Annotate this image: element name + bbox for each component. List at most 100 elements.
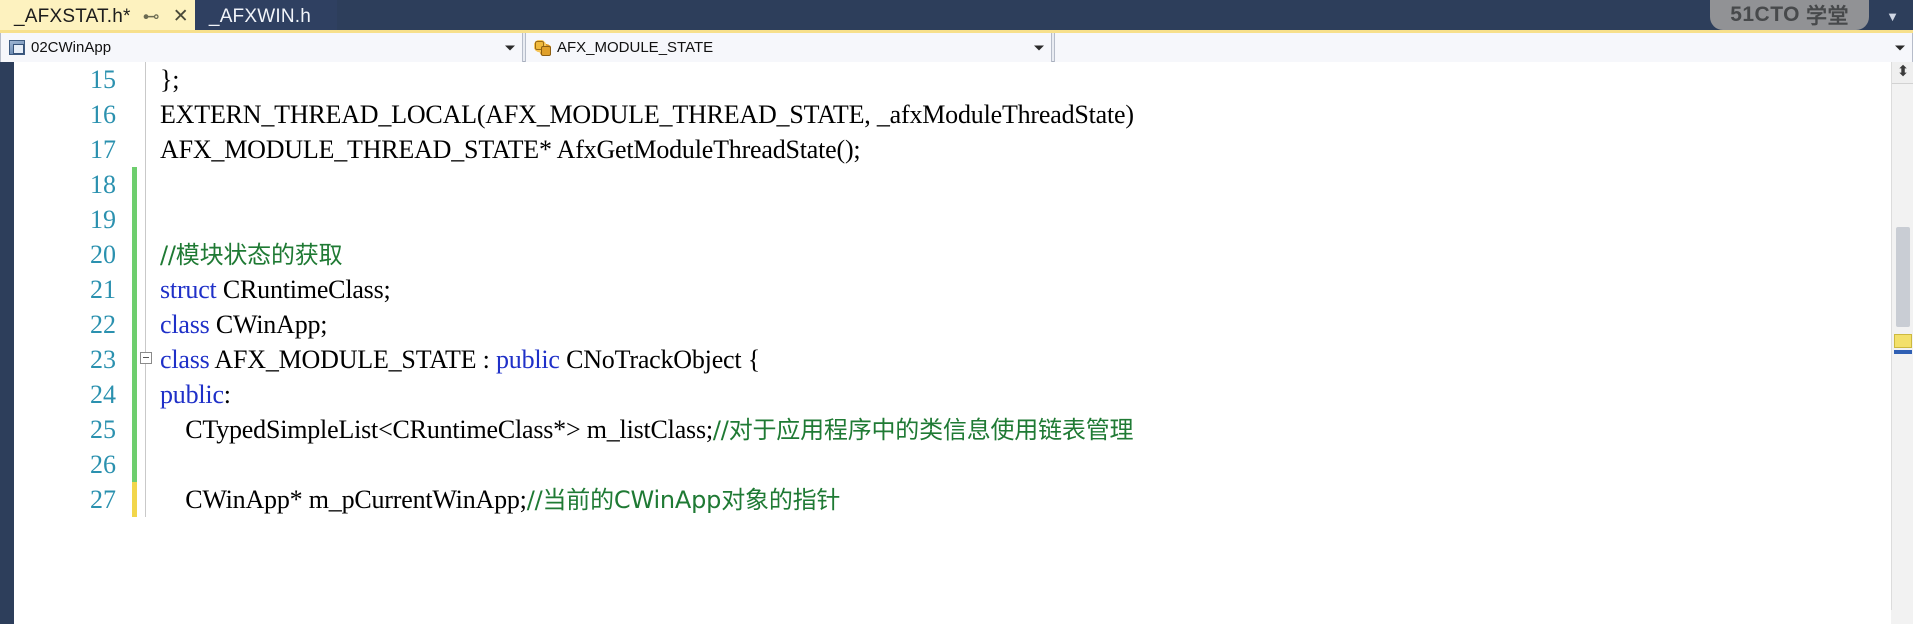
code-text[interactable]: CWinApp* m_pCurrentWinApp;//当前的CWinApp对象… (160, 482, 1913, 518)
change-bar-green (132, 237, 137, 272)
collapse-region-icon[interactable] (140, 352, 152, 364)
scrollbar-caret-marker (1894, 350, 1912, 354)
tab-afxwin-h[interactable]: _AFXWIN.h (194, 0, 338, 33)
line-number: 23 (90, 344, 116, 374)
line-number: 27 (90, 484, 116, 514)
fold-guide-line (145, 62, 146, 97)
line-number: 20 (90, 239, 116, 269)
line-markers (130, 167, 160, 202)
line-markers (130, 447, 160, 482)
scope-combo-value: 02CWinApp (31, 39, 112, 56)
code-line[interactable]: 24 public: (14, 377, 1913, 412)
line-markers (130, 342, 160, 377)
code-text[interactable]: public: (160, 377, 1913, 412)
line-markers (130, 307, 160, 342)
code-text[interactable]: EXTERN_THREAD_LOCAL(AFX_MODULE_THREAD_ST… (160, 97, 1913, 132)
code-token-comment: //当前的CWinApp对象的指针 (526, 485, 841, 514)
line-markers (130, 237, 160, 272)
code-line[interactable]: 27 CWinApp* m_pCurrentWinApp;//当前的CWinAp… (14, 482, 1913, 517)
change-bar-green (132, 202, 137, 237)
code-token-keyword: class (160, 310, 210, 339)
code-token-comment: //模块状态的获取 (160, 240, 343, 269)
member-combo[interactable] (1054, 33, 1913, 62)
code-token-keyword: public (160, 380, 224, 409)
split-view-icon[interactable]: ⬍ (1892, 62, 1913, 84)
line-number: 18 (90, 169, 116, 199)
change-bar-green (132, 272, 137, 307)
line-markers (130, 482, 160, 517)
change-bar-yellow (132, 482, 137, 517)
line-markers (130, 377, 160, 412)
code-line[interactable]: 19 (14, 202, 1913, 237)
code-token-plain: : (223, 380, 231, 409)
scope-combo[interactable]: 02CWinApp (0, 33, 523, 62)
vertical-scrollbar[interactable]: ⬍ (1891, 62, 1913, 624)
code-token-plain: CRuntimeClass; (216, 275, 391, 304)
code-token-comment: //对于应用程序中的类信息使用链表管理 (712, 415, 1134, 444)
line-number: 24 (90, 379, 116, 409)
code-text[interactable]: class AFX_MODULE_STATE : public CNoTrack… (160, 342, 1913, 377)
line-number: 16 (90, 99, 116, 129)
visual-studio-window: _AFXSTAT.h* ⊷ ✕ _AFXWIN.h 51CTO 学堂 ▼ 02C… (0, 0, 1913, 624)
chevron-down-icon[interactable] (505, 45, 515, 50)
type-combo[interactable]: AFX_MODULE_STATE (525, 33, 1052, 62)
code-line[interactable]: 26 (14, 447, 1913, 482)
watermark-suffix: 学堂 (1806, 5, 1849, 28)
code-line[interactable]: 23 class AFX_MODULE_STATE : public CNoTra… (14, 342, 1913, 377)
code-text[interactable]: }; (160, 62, 1913, 97)
fold-guide-line (145, 97, 146, 132)
code-text[interactable]: class CWinApp; (160, 307, 1913, 342)
code-line[interactable]: 18 (14, 167, 1913, 202)
class-icon (9, 40, 25, 55)
tab-label: _AFXWIN.h (208, 5, 312, 27)
code-token-plain: CTypedSimpleList<CRuntimeClass*> m_listC… (160, 414, 713, 444)
code-token-keyword: struct (160, 275, 217, 304)
line-number: 25 (90, 414, 116, 444)
line-markers (130, 412, 160, 447)
code-token-plain: AFX_MODULE_THREAD_STATE* AfxGetModuleThr… (160, 135, 861, 164)
code-line[interactable]: 17 AFX_MODULE_THREAD_STATE* AfxGetModuleT… (14, 132, 1913, 167)
line-markers (130, 132, 160, 167)
tab-label: _AFXSTAT.h* (14, 5, 131, 27)
fold-guide-line (145, 167, 146, 202)
fold-guide-line (145, 202, 146, 237)
watermark-brand: 51CTO (1730, 3, 1800, 26)
chevron-down-icon[interactable] (1895, 45, 1905, 50)
fold-guide-line (145, 132, 146, 167)
code-line[interactable]: 15}; (14, 62, 1913, 97)
type-combo-value: AFX_MODULE_STATE (557, 39, 714, 56)
code-editor[interactable]: 15}; 16 EXTERN_THREAD_LOCAL(AFX_MODULE_THR… (0, 62, 1913, 624)
line-markers (130, 272, 160, 307)
tab-afxstat-h[interactable]: _AFXSTAT.h* ⊷ ✕ (0, 0, 195, 33)
close-icon[interactable]: ✕ (173, 7, 189, 26)
scrollbar-thumb[interactable] (1896, 227, 1910, 327)
scrollbar-change-marker (1894, 334, 1912, 348)
code-text[interactable]: //模块状态的获取 (160, 237, 1913, 273)
code-token-plain: CWinApp* m_pCurrentWinApp; (160, 484, 527, 514)
code-text[interactable]: CTypedSimpleList<CRuntimeClass*> m_listC… (160, 412, 1913, 448)
code-text[interactable]: AFX_MODULE_THREAD_STATE* AfxGetModuleThr… (160, 132, 1913, 167)
line-number: 17 (90, 134, 116, 164)
line-markers (130, 62, 160, 97)
code-token-plain: CNoTrackObject { (559, 345, 760, 374)
line-number: 19 (90, 204, 116, 234)
change-bar-green (132, 342, 137, 377)
code-token-plain: AFX_MODULE_STATE : (209, 345, 496, 374)
code-token-plain: CWinApp; (209, 310, 328, 339)
fold-guide-line (145, 272, 146, 307)
code-text[interactable]: struct CRuntimeClass; (160, 272, 1913, 307)
code-line[interactable]: 21 struct CRuntimeClass; (14, 272, 1913, 307)
code-line[interactable]: 22 class CWinApp; (14, 307, 1913, 342)
change-bar-green (132, 377, 137, 412)
tab-overflow-chevron-down-icon[interactable]: ▼ (1886, 9, 1899, 24)
fold-guide-line (145, 447, 146, 482)
pin-icon[interactable]: ⊷ (143, 8, 160, 25)
code-line[interactable]: 20 //模块状态的获取 (14, 237, 1913, 272)
code-line[interactable]: 25 CTypedSimpleList<CRuntimeClass*> m_li… (14, 412, 1913, 447)
navigation-bar: 02CWinApp AFX_MODULE_STATE (0, 33, 1913, 62)
code-lines-container[interactable]: 15}; 16 EXTERN_THREAD_LOCAL(AFX_MODULE_THR… (14, 62, 1913, 624)
chevron-down-icon[interactable] (1034, 45, 1044, 50)
line-number: 21 (90, 274, 116, 304)
change-bar-green (132, 167, 137, 202)
code-line[interactable]: 16 EXTERN_THREAD_LOCAL(AFX_MODULE_THREAD_… (14, 97, 1913, 132)
